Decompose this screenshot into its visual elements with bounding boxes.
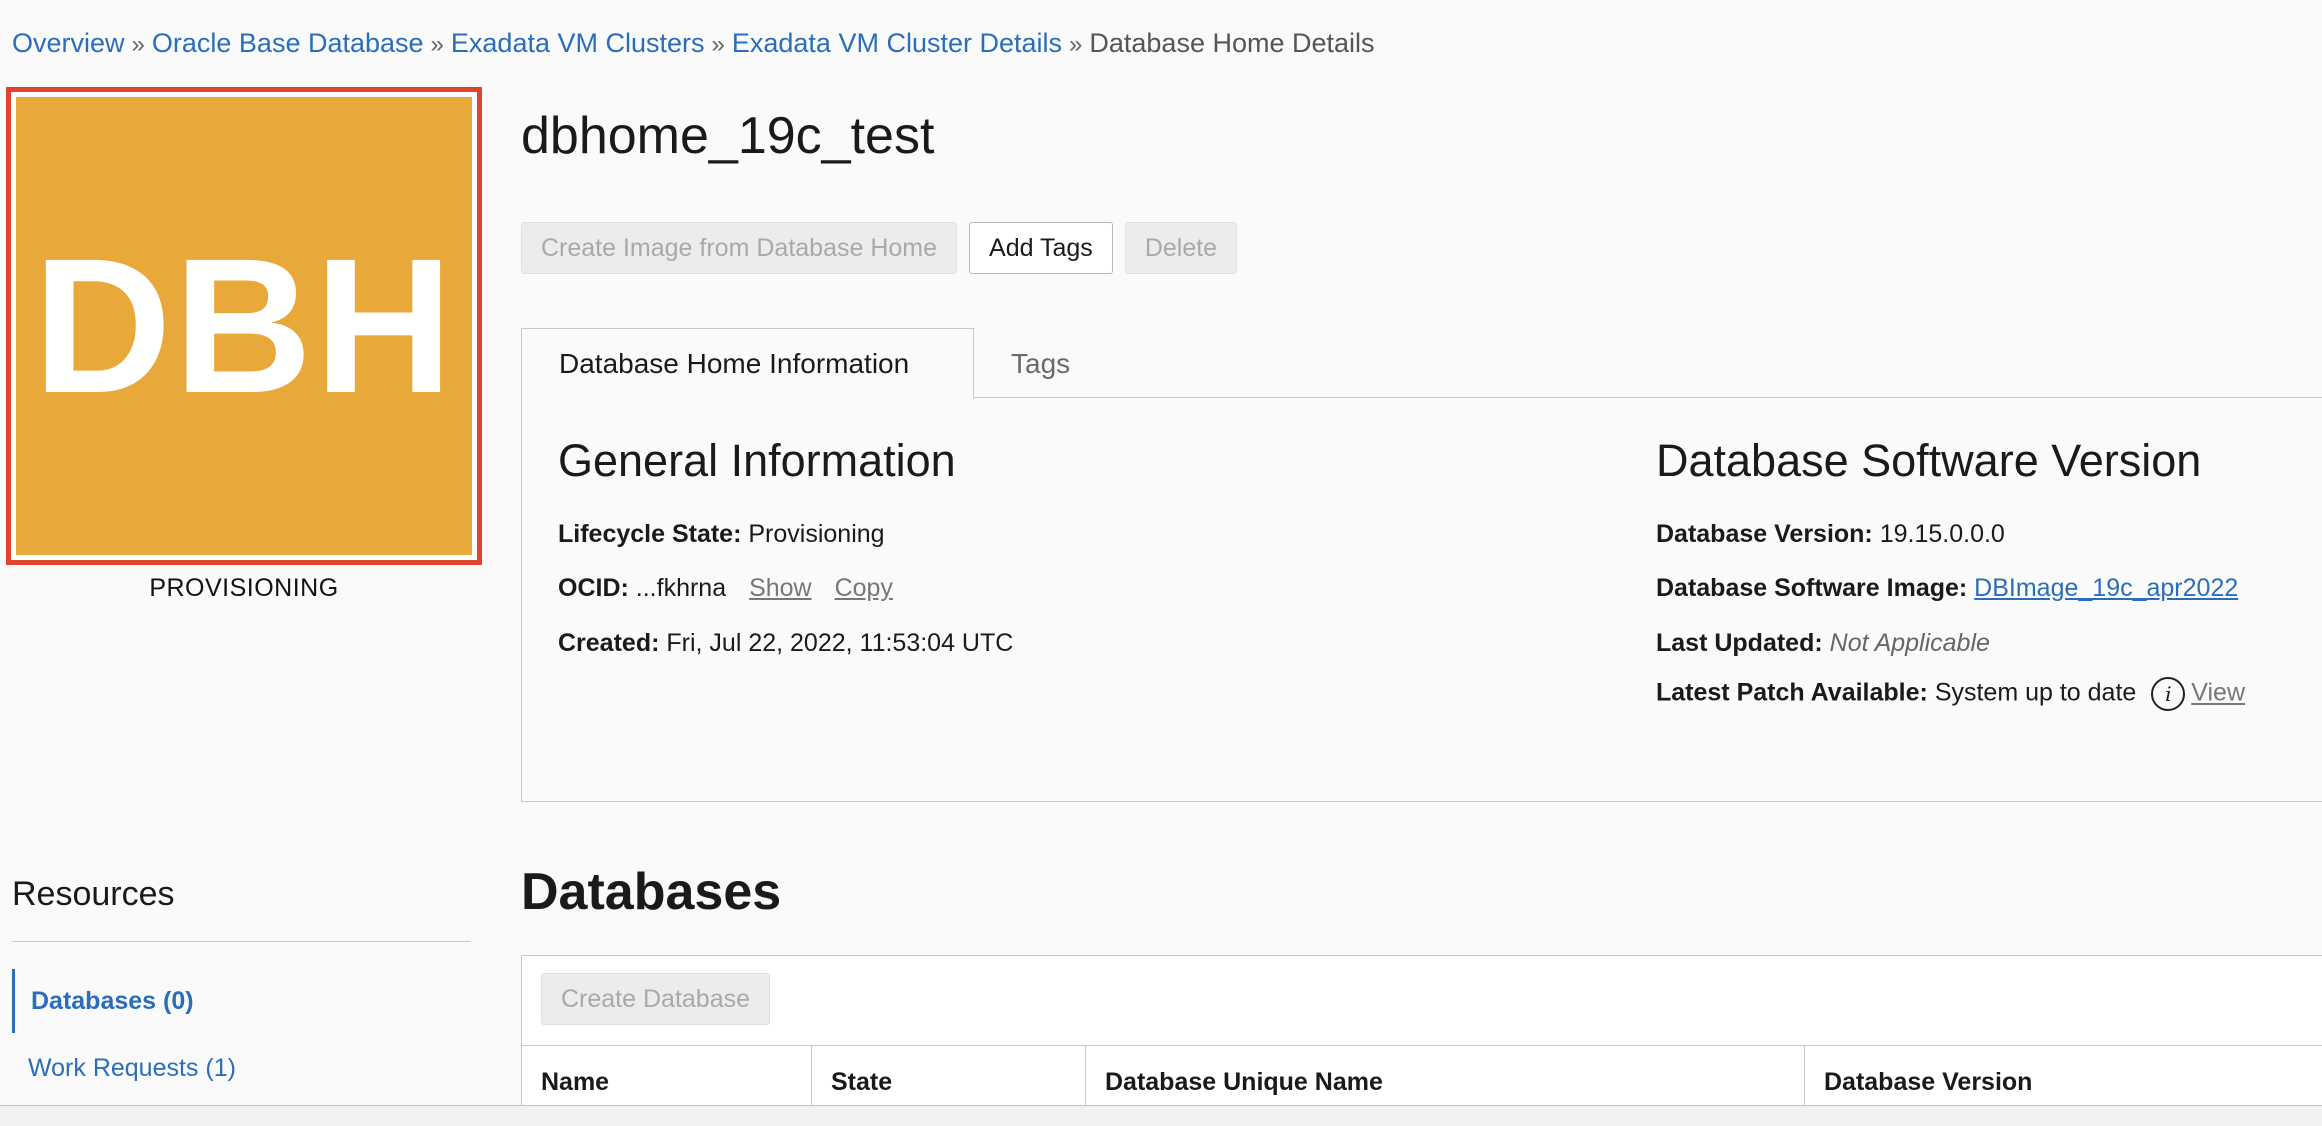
breadcrumb-current: Database Home Details — [1089, 28, 1375, 58]
info-panel: General Information Lifecycle State: Pro… — [521, 397, 2322, 802]
info-icon[interactable]: i — [2151, 677, 2186, 711]
resource-badge-highlight: DBH — [6, 87, 482, 565]
breadcrumb-exadata-vm-cluster-details[interactable]: Exadata VM Cluster Details — [732, 28, 1062, 58]
action-bar: Create Image from Database Home Add Tags… — [521, 222, 1238, 274]
breadcrumb-separator: » — [711, 31, 725, 58]
tab-database-home-information[interactable]: Database Home Information — [521, 328, 974, 399]
databases-title: Databases — [521, 863, 782, 921]
badge-status: PROVISIONING — [149, 574, 339, 602]
lifecycle-state-label: Lifecycle State: — [558, 520, 742, 548]
lifecycle-state-row: Lifecycle State: Provisioning — [558, 520, 885, 549]
software-image-label: Database Software Image: — [1656, 574, 1968, 602]
sidebar-item-databases[interactable]: Databases (0) — [12, 969, 471, 1033]
software-image-row: Database Software Image: DBImage_19c_apr… — [1656, 574, 2238, 603]
created-value: Fri, Jul 22, 2022, 11:53:04 UTC — [666, 629, 1014, 657]
ocid-show-link[interactable]: Show — [749, 574, 812, 602]
software-version-title: Database Software Version — [1656, 435, 2202, 486]
breadcrumb-oracle-base-database[interactable]: Oracle Base Database — [152, 28, 424, 58]
created-row: Created: Fri, Jul 22, 2022, 11:53:04 UTC — [558, 629, 1013, 658]
breadcrumb-exadata-vm-clusters[interactable]: Exadata VM Clusters — [451, 28, 705, 58]
software-image-link[interactable]: DBImage_19c_apr2022 — [1974, 574, 2238, 602]
tab-bar: Database Home Information Tags — [521, 328, 2322, 399]
delete-button[interactable]: Delete — [1124, 222, 1238, 274]
last-updated-value: Not Applicable — [1829, 629, 1990, 657]
databases-panel: Create Database Name State Database Uniq… — [521, 955, 2322, 1126]
sidebar-item-work-requests[interactable]: Work Requests (1) — [12, 1036, 471, 1100]
lifecycle-state-value: Provisioning — [748, 520, 885, 548]
add-tags-button[interactable]: Add Tags — [969, 222, 1113, 274]
breadcrumb: Overview» Oracle Base Database» Exadata VM… — [12, 28, 1375, 59]
ocid-row: OCID: ...fkhrna Show Copy — [558, 574, 893, 603]
general-information-title: General Information — [558, 435, 956, 486]
latest-patch-value: System up to date — [1934, 678, 2137, 707]
database-version-value: 19.15.0.0.0 — [1879, 520, 2005, 548]
breadcrumb-separator: » — [430, 31, 444, 58]
resources-title: Resources — [12, 875, 175, 913]
create-database-button[interactable]: Create Database — [541, 973, 771, 1025]
latest-patch-row: Latest Patch Available: System up to dat… — [1656, 677, 2245, 711]
resources-divider — [12, 941, 471, 942]
breadcrumb-separator: » — [1069, 31, 1083, 58]
page-title: dbhome_19c_test — [521, 107, 935, 165]
last-updated-label: Last Updated: — [1656, 629, 1823, 657]
horizontal-scrollbar[interactable] — [0, 1105, 2322, 1126]
last-updated-row: Last Updated: Not Applicable — [1656, 629, 1990, 658]
resource-badge: DBH — [16, 97, 472, 555]
create-image-button[interactable]: Create Image from Database Home — [521, 222, 958, 274]
ocid-label: OCID: — [558, 574, 629, 602]
badge-text: DBH — [33, 218, 455, 433]
database-version-row: Database Version: 19.15.0.0.0 — [1656, 520, 2005, 549]
breadcrumb-overview[interactable]: Overview — [12, 28, 125, 58]
ocid-copy-link[interactable]: Copy — [835, 574, 893, 602]
latest-patch-label: Latest Patch Available: — [1656, 678, 1928, 707]
breadcrumb-separator: » — [131, 31, 145, 58]
tab-tags[interactable]: Tags — [974, 328, 1107, 399]
created-label: Created: — [558, 629, 660, 657]
patch-view-link[interactable]: View — [2191, 679, 2245, 707]
ocid-value: ...fkhrna — [635, 574, 727, 602]
database-version-label: Database Version: — [1656, 520, 1873, 548]
